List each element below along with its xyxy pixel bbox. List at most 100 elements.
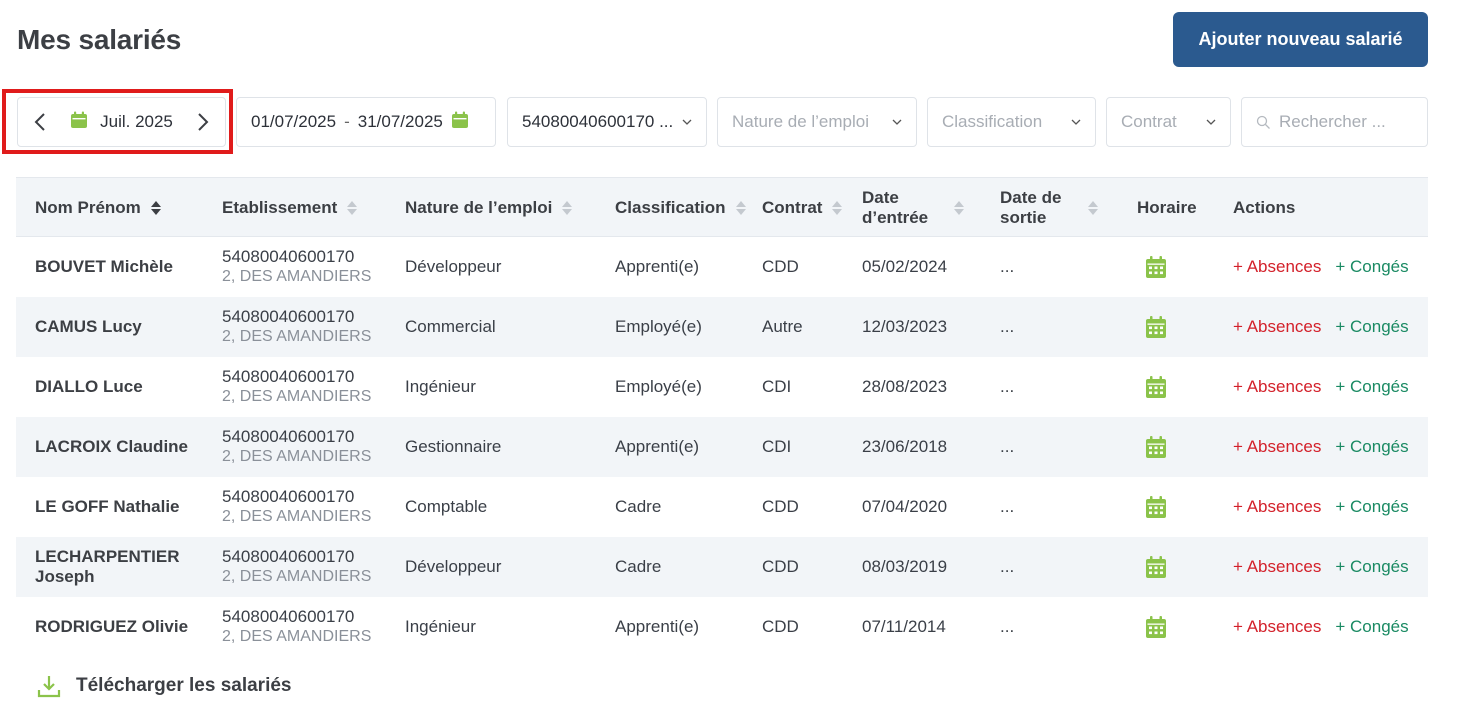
- sort-icon: [562, 201, 573, 215]
- etablissement-id: 54080040600170: [222, 247, 355, 266]
- add-employee-button[interactable]: Ajouter nouveau salarié: [1173, 12, 1428, 67]
- etablissement-address: 2, DES AMANDIERS: [222, 628, 372, 645]
- download-employees-button[interactable]: Télécharger les salariés: [36, 673, 291, 699]
- horaire-cell: [1137, 597, 1217, 657]
- calendar-icon: [70, 111, 88, 134]
- classification-cell: Cadre: [615, 557, 662, 576]
- column-header-contrat[interactable]: Contrat: [762, 178, 852, 238]
- month-label: Juil. 2025: [100, 112, 173, 131]
- employee-name[interactable]: BOUVET Michèle: [35, 237, 215, 297]
- employee-name-text: LECHARPENTIER Joseph: [35, 547, 180, 586]
- table-row: DIALLO Luce 54080040600170 2, DES AMANDIER…: [16, 357, 1428, 417]
- classification-cell: Apprenti(e): [615, 257, 700, 276]
- add-absence-link[interactable]: + Absences: [1233, 497, 1321, 517]
- add-conges-link[interactable]: + Congés: [1335, 437, 1408, 457]
- date-range-picker[interactable]: 01/07/2025 - 31/07/2025: [236, 97, 496, 147]
- employee-name-text: RODRIGUEZ Olivie: [35, 617, 189, 636]
- classification-select[interactable]: Classification: [927, 97, 1096, 147]
- etablissement-cell: 54080040600170 2, DES AMANDIERS: [222, 417, 402, 477]
- add-absence-link[interactable]: + Absences: [1233, 257, 1321, 277]
- add-absence-link[interactable]: + Absences: [1233, 557, 1321, 577]
- sort-icon: [954, 201, 964, 215]
- column-header-label: Classification: [615, 198, 726, 217]
- chevron-left-icon[interactable]: [30, 110, 50, 134]
- table-row: LE GOFF Nathalie 54080040600170 2, DES AMA…: [16, 477, 1428, 537]
- employee-name[interactable]: RODRIGUEZ Olivie: [35, 597, 215, 657]
- contrat-placeholder: Contrat: [1121, 112, 1177, 131]
- download-icon: [37, 676, 61, 698]
- chevron-down-icon: [682, 119, 692, 125]
- actions-cell: + Absences + Congés: [1233, 417, 1428, 477]
- calendar-icon[interactable]: [1137, 255, 1167, 279]
- chevron-right-icon[interactable]: [193, 110, 213, 134]
- calendar-icon[interactable]: [1137, 375, 1167, 399]
- column-header-label: Nom Prénom: [35, 198, 141, 217]
- employee-name[interactable]: CAMUS Lucy: [35, 297, 215, 357]
- etablissement-address: 2, DES AMANDIERS: [222, 508, 372, 525]
- nature-emploi-placeholder: Nature de l’emploi: [732, 112, 870, 131]
- contrat-cell: CDI: [762, 437, 792, 456]
- add-conges-link[interactable]: + Congés: [1335, 317, 1408, 337]
- column-header-nature[interactable]: Nature de l’emploi: [405, 178, 605, 238]
- add-conges-link[interactable]: + Congés: [1335, 617, 1408, 637]
- column-header-nom[interactable]: Nom Prénom: [35, 178, 215, 238]
- date-entree-cell: 07/11/2014: [862, 617, 946, 636]
- column-header-label: Nature de l’emploi: [405, 198, 553, 217]
- etablissement-cell: 54080040600170 2, DES AMANDIERS: [222, 597, 402, 657]
- add-absence-link[interactable]: + Absences: [1233, 437, 1321, 457]
- add-conges-link[interactable]: + Congés: [1335, 557, 1408, 577]
- add-absence-link[interactable]: + Absences: [1233, 317, 1321, 337]
- add-absence-link[interactable]: + Absences: [1233, 617, 1321, 637]
- table-row: BOUVET Michèle 54080040600170 2, DES AMAND…: [16, 237, 1428, 297]
- column-header-label: Horaire: [1137, 198, 1197, 217]
- column-header-date-sortie[interactable]: Date de sortie: [1000, 178, 1120, 238]
- employee-name[interactable]: DIALLO Luce: [35, 357, 215, 417]
- column-header-etablissement[interactable]: Etablissement: [222, 178, 402, 238]
- column-header-label: Etablissement: [222, 198, 338, 217]
- search-input[interactable]: Rechercher ...: [1241, 97, 1428, 147]
- add-absence-link[interactable]: + Absences: [1233, 377, 1321, 397]
- table-row: LECHARPENTIER Joseph 54080040600170 2, DES…: [16, 537, 1428, 597]
- search-icon: [1256, 115, 1270, 129]
- etablissement-cell: 54080040600170 2, DES AMANDIERS: [222, 537, 402, 597]
- date-entree-cell: 07/04/2020: [862, 497, 948, 516]
- column-header-classification[interactable]: Classification: [615, 178, 755, 238]
- column-header-date-entree[interactable]: Date d’entrée: [862, 178, 992, 238]
- calendar-icon[interactable]: [1137, 495, 1167, 519]
- horaire-cell: [1137, 357, 1217, 417]
- employee-name[interactable]: LECHARPENTIER Joseph: [35, 537, 215, 597]
- employee-name[interactable]: LACROIX Claudine: [35, 417, 215, 477]
- calendar-icon[interactable]: [1137, 315, 1167, 339]
- contrat-select[interactable]: Contrat: [1106, 97, 1231, 147]
- add-conges-link[interactable]: + Congés: [1335, 497, 1408, 517]
- sort-icon: [832, 201, 843, 215]
- add-conges-link[interactable]: + Congés: [1335, 377, 1408, 397]
- nature-emploi-cell: Commercial: [405, 317, 496, 336]
- date-sortie-cell: ...: [1000, 317, 1015, 336]
- add-conges-link[interactable]: + Congés: [1335, 257, 1408, 277]
- month-display[interactable]: Juil. 2025: [70, 111, 173, 134]
- calendar-icon[interactable]: [1137, 435, 1167, 459]
- etablissement-select-value: 54080040600170 ...: [522, 112, 674, 131]
- date-sortie-cell: ...: [1000, 377, 1015, 396]
- column-header-actions: Actions: [1233, 178, 1428, 238]
- etablissement-address: 2, DES AMANDIERS: [222, 568, 372, 585]
- etablissement-select[interactable]: 54080040600170 ...: [507, 97, 707, 147]
- actions-cell: + Absences + Congés: [1233, 537, 1428, 597]
- classification-cell: Apprenti(e): [615, 617, 700, 636]
- column-header-label: Actions: [1233, 198, 1296, 217]
- column-header-label: Contrat: [762, 198, 823, 217]
- calendar-icon[interactable]: [1137, 615, 1167, 639]
- calendar-icon[interactable]: [1137, 555, 1167, 579]
- month-navigator: Juil. 2025: [17, 97, 226, 147]
- horaire-cell: [1137, 297, 1217, 357]
- etablissement-address: 2, DES AMANDIERS: [222, 448, 372, 465]
- contrat-cell: CDD: [762, 257, 799, 276]
- classification-cell: Employé(e): [615, 317, 702, 336]
- etablissement-address: 2, DES AMANDIERS: [222, 268, 372, 285]
- column-header-horaire: Horaire: [1137, 178, 1217, 238]
- employees-table: Nom Prénom Etablissement Nature de l’emp…: [16, 177, 1428, 657]
- nature-emploi-select[interactable]: Nature de l’emploi: [717, 97, 917, 147]
- employee-name[interactable]: LE GOFF Nathalie: [35, 477, 215, 537]
- etablissement-id: 54080040600170: [222, 307, 355, 326]
